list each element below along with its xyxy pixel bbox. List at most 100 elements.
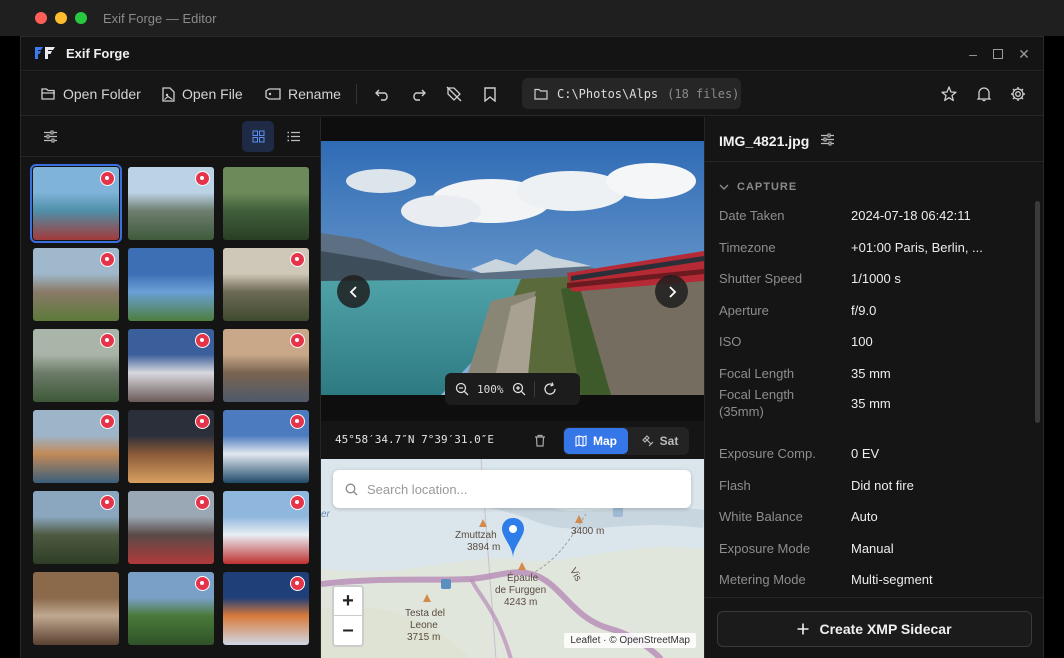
file-count: (18 files) [667, 86, 740, 101]
map-zoom-out-button[interactable]: – [334, 616, 362, 645]
main-photo [321, 141, 704, 395]
location-map[interactable]: Zmuttzah 3894 m 3400 m Épaule de Furggen… [321, 459, 704, 658]
favorite-button[interactable] [938, 83, 960, 105]
photo-thumbnail[interactable] [223, 410, 309, 483]
exif-field-key: Focal Length [719, 365, 795, 381]
photo-thumbnail[interactable] [33, 329, 119, 402]
metadata-inspector: IMG_4821.jpg CAPTURE Date Taken 2024-07-1… [704, 117, 1043, 658]
map-label: Testa del [405, 608, 446, 619]
photo-thumbnail[interactable] [223, 491, 309, 564]
photo-thumbnail[interactable] [128, 167, 214, 240]
redo-button[interactable] [407, 83, 429, 105]
geotag-pin-icon [290, 495, 305, 510]
capture-section-header[interactable]: CAPTURE [719, 181, 797, 193]
app-titlebar: Exif Forge – ✕ [21, 37, 1043, 71]
geotag-pin-icon [195, 333, 210, 348]
grid-view-button[interactable] [242, 121, 274, 152]
maximize-icon[interactable] [988, 44, 1008, 64]
exif-field-key: Exposure Comp. [719, 446, 816, 461]
tag-icon [265, 88, 281, 100]
exif-field-key: Aperture [719, 302, 769, 318]
toolbar-divider [356, 84, 357, 104]
map-type-toggle: Map Sat [563, 427, 689, 455]
photo-thumbnail[interactable] [33, 248, 119, 321]
next-photo-button[interactable] [655, 275, 688, 308]
rotate-icon[interactable] [543, 382, 557, 396]
photo-thumbnail[interactable] [128, 329, 214, 402]
photo-thumbnail[interactable] [223, 572, 309, 645]
bookmark-button[interactable] [479, 83, 501, 105]
exif-field-value: 1/1000 s [851, 271, 901, 286]
open-file-button[interactable]: Open File [162, 82, 243, 106]
strip-metadata-button[interactable] [443, 83, 465, 105]
close-icon[interactable]: ✕ [1014, 44, 1034, 64]
exif-field-key: Flash [719, 477, 751, 493]
chevron-down-icon [719, 184, 729, 190]
photo-thumbnail[interactable] [33, 410, 119, 483]
photo-thumbnail[interactable] [223, 248, 309, 321]
photo-thumbnail[interactable] [223, 167, 309, 240]
adjust-icon[interactable] [820, 133, 835, 146]
geotag-pin-icon [100, 252, 115, 267]
geotag-pin-icon [290, 414, 305, 429]
satellite-toggle-button[interactable]: Sat [633, 428, 687, 454]
photo-thumbnail[interactable] [128, 491, 214, 564]
previous-photo-button[interactable] [337, 275, 370, 308]
folder-path-display[interactable]: C:\Photos\Alps (18 files) [522, 78, 741, 109]
minimize-window-button[interactable] [55, 12, 67, 24]
maximize-window-button[interactable] [75, 12, 87, 24]
exif-field-value: 35 mm [851, 396, 891, 411]
photo-thumbnail[interactable] [128, 572, 214, 645]
open-folder-button[interactable]: Open Folder [41, 82, 141, 106]
zoom-in-icon[interactable] [512, 382, 526, 396]
chevron-right-icon [668, 285, 676, 298]
inspector-scrollbar[interactable] [1035, 201, 1040, 423]
geotag-pin-icon [290, 252, 305, 267]
create-xmp-label: Create XMP Sidecar [819, 621, 952, 637]
geotag-pin-icon [100, 171, 115, 186]
map-attribution[interactable]: Leaflet · © OpenStreetMap [564, 633, 696, 648]
location-search-input[interactable]: Search location... [333, 470, 691, 508]
rename-label: Rename [288, 86, 341, 102]
map-label: 3400 m [571, 526, 605, 537]
settings-button[interactable] [1007, 83, 1029, 105]
exif-field-key: Timezone [719, 239, 776, 255]
minimize-icon[interactable]: – [963, 44, 983, 64]
location-bar: 45°58′34.7″N 7°39′31.0″E Map Sat [321, 421, 704, 459]
filter-button[interactable] [34, 121, 66, 152]
bookmark-icon [484, 86, 496, 102]
chevron-left-icon [349, 285, 357, 298]
zoom-toolbar: 100% [445, 373, 580, 405]
exif-field-key: Exposure Mode [719, 540, 811, 556]
toolbar: Open Folder Open File Rename C:\Photos\A… [21, 72, 1043, 116]
selected-filename: IMG_4821.jpg [719, 133, 810, 149]
map-zoom-in-button[interactable]: + [334, 587, 362, 616]
trash-icon[interactable] [534, 434, 546, 447]
photo-thumbnail[interactable] [33, 572, 119, 645]
photo-thumbnail[interactable] [128, 410, 214, 483]
photo-thumbnail[interactable] [223, 329, 309, 402]
photo-thumbnail[interactable] [33, 491, 119, 564]
map-label: 3715 m [407, 632, 441, 643]
notifications-button[interactable] [973, 83, 995, 105]
geotag-pin-icon [100, 333, 115, 348]
zoom-out-icon[interactable] [455, 382, 469, 396]
rename-button[interactable]: Rename [265, 82, 341, 106]
geotag-pin-icon [290, 333, 305, 348]
satellite-icon [641, 435, 654, 447]
map-label: 3894 m [467, 542, 501, 553]
map-icon [575, 435, 587, 447]
map-toggle-button[interactable]: Map [564, 428, 628, 454]
close-window-button[interactable] [35, 12, 47, 24]
search-placeholder: Search location... [367, 481, 468, 497]
folder-icon [534, 88, 548, 100]
photo-thumbnail[interactable] [128, 248, 214, 321]
undo-button[interactable] [371, 83, 393, 105]
create-xmp-sidecar-button[interactable]: Create XMP Sidecar [717, 611, 1032, 647]
exif-field-key: Shutter Speed [719, 271, 803, 286]
photo-thumbnail[interactable] [30, 164, 122, 243]
os-titlebar: Exif Forge — Editor [0, 0, 1064, 36]
geotag-pin-icon [100, 414, 115, 429]
list-view-button[interactable] [277, 121, 309, 152]
map-marker-icon[interactable] [501, 517, 525, 559]
